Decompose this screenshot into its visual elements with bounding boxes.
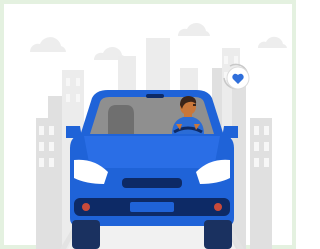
cloud	[29, 37, 66, 52]
cloud	[257, 36, 287, 48]
cloud	[177, 22, 210, 36]
illustration-frame	[0, 0, 296, 249]
grille	[122, 178, 182, 188]
passenger-seat	[108, 105, 134, 134]
car-hood	[84, 136, 220, 168]
license-plate	[130, 202, 174, 212]
car	[66, 90, 238, 249]
fog-light-left	[82, 203, 90, 211]
tire-left	[72, 220, 100, 249]
rearview-mirror	[146, 94, 164, 98]
fog-light-right	[214, 203, 222, 211]
car-illustration	[29, 22, 287, 249]
tire-right	[204, 220, 232, 249]
